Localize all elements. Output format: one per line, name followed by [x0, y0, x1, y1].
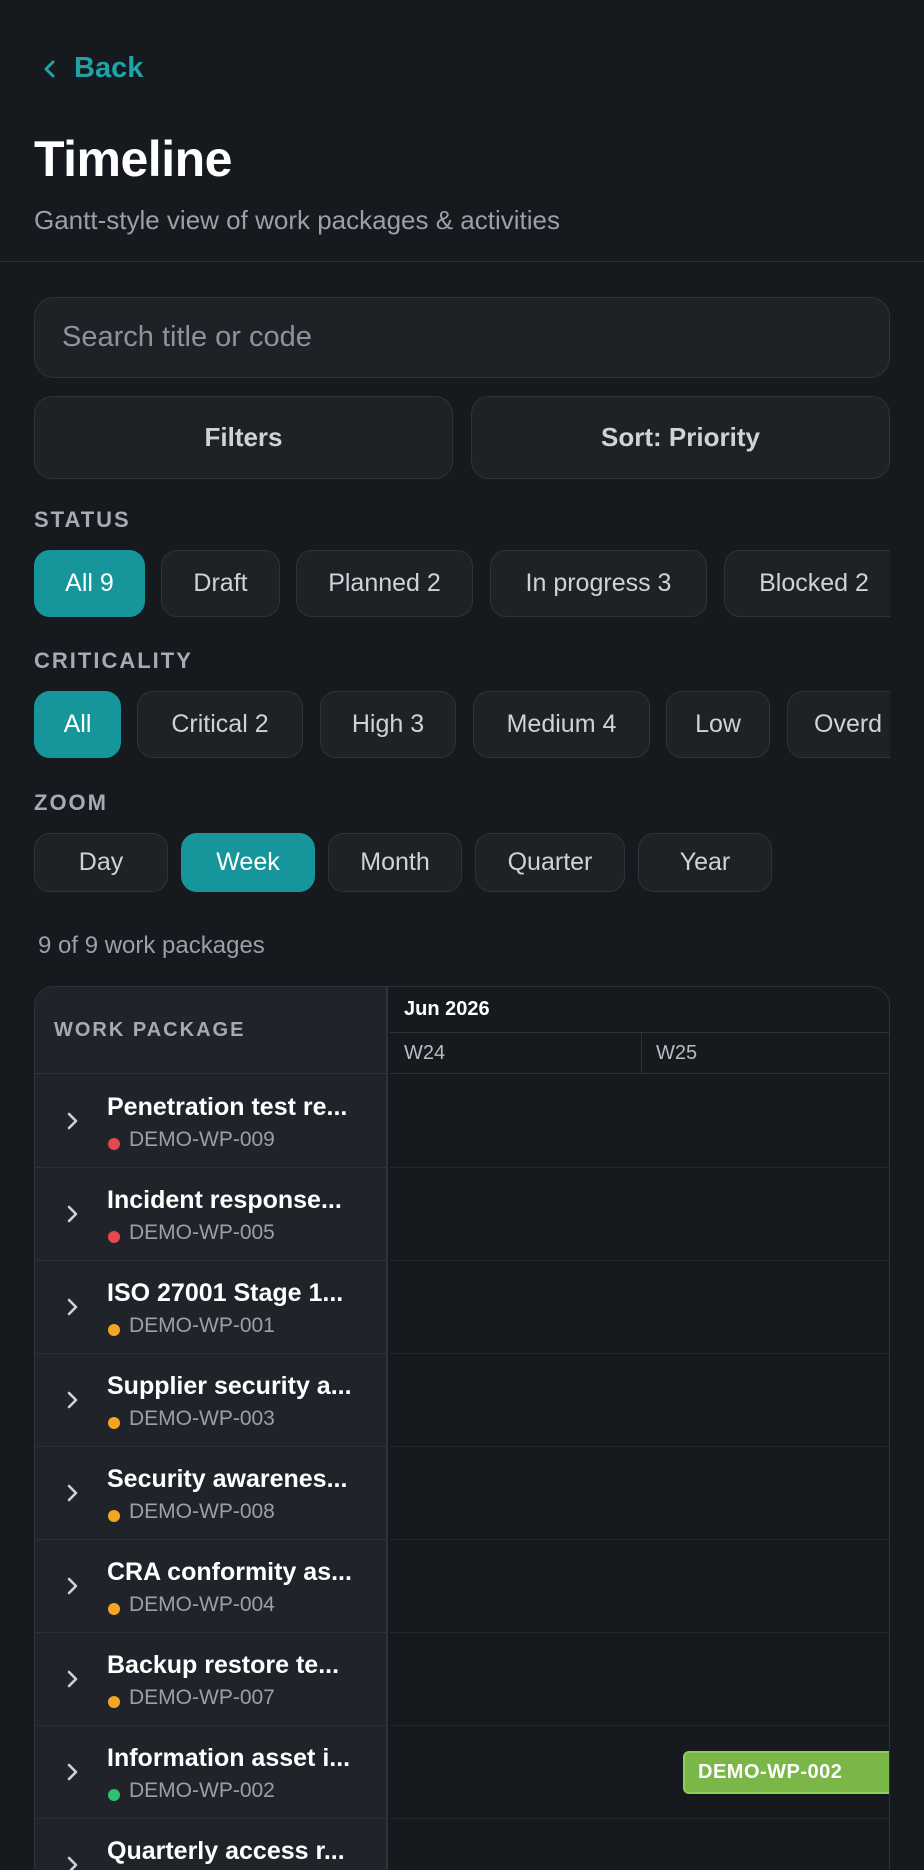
- work-package-code: DEMO-WP-009: [129, 1128, 275, 1151]
- work-package-code: DEMO-WP-007: [129, 1686, 275, 1709]
- criticality-chip-overdue[interactable]: Overd: [787, 691, 890, 758]
- page-header: Back Timeline Gantt-style view of work p…: [0, 0, 924, 262]
- back-button[interactable]: Back: [34, 52, 143, 85]
- status-chip-all[interactable]: All 9: [34, 550, 145, 617]
- work-package-title: CRA conformity as...: [107, 1558, 352, 1586]
- gantt-row-label: Penetration test re... DEMO-WP-009: [35, 1075, 388, 1168]
- status-section-label: STATUS: [34, 507, 131, 532]
- filters-button[interactable]: Filters: [34, 396, 453, 479]
- work-package-code: DEMO-WP-001: [129, 1314, 275, 1337]
- gantt-row[interactable]: Backup restore te... DEMO-WP-007: [35, 1633, 889, 1726]
- gantt-row-track: [390, 1168, 889, 1261]
- back-label: Back: [74, 52, 144, 84]
- zoom-chips: Day Week Month Quarter Year: [34, 833, 890, 893]
- criticality-chip-all[interactable]: All: [34, 691, 121, 758]
- work-package-title: Supplier security a...: [107, 1372, 352, 1400]
- gantt-row-label: Supplier security a... DEMO-WP-003: [35, 1354, 388, 1447]
- work-package-title: ISO 27001 Stage 1...: [107, 1279, 344, 1307]
- chevron-right-icon[interactable]: [63, 1106, 83, 1136]
- gantt-row-track: [390, 1633, 889, 1726]
- gantt-row[interactable]: Quarterly access r...DEMO-WP-006: [35, 1819, 889, 1870]
- search-input[interactable]: [62, 321, 889, 354]
- work-package-title: Security awarenes...: [107, 1465, 348, 1493]
- work-package-title: Information asset i...: [107, 1744, 351, 1772]
- gantt-row-label: Incident response... DEMO-WP-005: [35, 1168, 388, 1261]
- gantt-row-label: Backup restore te... DEMO-WP-007: [35, 1633, 388, 1726]
- zoom-chip-day[interactable]: Day: [34, 833, 168, 892]
- search-box: [34, 297, 890, 378]
- criticality-chip-low[interactable]: Low: [666, 691, 770, 758]
- chevron-right-icon[interactable]: [63, 1757, 83, 1787]
- chevron-right-icon[interactable]: [63, 1478, 83, 1508]
- gantt-week-header: W25: [641, 1033, 889, 1074]
- chevron-right-icon[interactable]: [63, 1385, 83, 1415]
- criticality-chip-critical[interactable]: Critical 2: [137, 691, 303, 758]
- status-chip-in-progress[interactable]: In progress 3: [490, 550, 707, 617]
- chevron-right-icon[interactable]: [63, 1199, 83, 1229]
- page-subtitle: Gantt-style view of work packages & acti…: [34, 205, 560, 235]
- gantt-row-track: [390, 1540, 889, 1633]
- criticality-dot: [108, 1510, 120, 1522]
- criticality-dot: [108, 1231, 120, 1243]
- gantt-row-label: CRA conformity as... DEMO-WP-004: [35, 1540, 388, 1633]
- sort-button[interactable]: Sort: Priority: [471, 396, 890, 479]
- gantt-row-label: ISO 27001 Stage 1... DEMO-WP-001: [35, 1261, 388, 1354]
- gantt-month-header: Jun 2026: [390, 987, 889, 1033]
- gantt-row-track: [390, 1819, 889, 1870]
- zoom-chip-year[interactable]: Year: [638, 833, 772, 892]
- gantt-row[interactable]: Supplier security a... DEMO-WP-003: [35, 1354, 889, 1447]
- gantt-week-header: W24: [390, 1033, 641, 1074]
- zoom-chip-month[interactable]: Month: [328, 833, 462, 892]
- gantt-row-track: [390, 1354, 889, 1447]
- zoom-chip-quarter[interactable]: Quarter: [475, 833, 625, 892]
- work-package-code: DEMO-WP-002: [129, 1779, 275, 1802]
- criticality-chips: All Critical 2 High 3 Medium 4 Low Overd: [34, 691, 890, 759]
- gantt-row-track: [390, 1447, 889, 1540]
- work-package-column-header: WORK PACKAGE: [35, 987, 388, 1074]
- gantt-bar[interactable]: DEMO-WP-002: [683, 1751, 889, 1794]
- criticality-dot: [108, 1789, 120, 1801]
- gantt-row[interactable]: Information asset i... DEMO-WP-002 DEMO-WP…: [35, 1726, 889, 1819]
- criticality-dot: [108, 1138, 120, 1150]
- criticality-section-label: CRITICALITY: [34, 648, 193, 673]
- criticality-dot: [108, 1417, 120, 1429]
- zoom-chip-week[interactable]: Week: [181, 833, 315, 892]
- gantt-row-label: Quarterly access r...DEMO-WP-006: [35, 1819, 388, 1870]
- page-title: Timeline: [34, 131, 232, 187]
- chevron-right-icon[interactable]: [63, 1850, 83, 1870]
- gantt-row-label: Information asset i... DEMO-WP-002: [35, 1726, 388, 1819]
- criticality-chip-high[interactable]: High 3: [320, 691, 456, 758]
- work-package-title: Penetration test re...: [107, 1093, 348, 1121]
- result-count: 9 of 9 work packages: [38, 932, 265, 959]
- zoom-section-label: ZOOM: [34, 790, 108, 815]
- gantt-row[interactable]: ISO 27001 Stage 1... DEMO-WP-001: [35, 1261, 889, 1354]
- status-chip-draft[interactable]: Draft: [161, 550, 280, 617]
- work-package-code: DEMO-WP-008: [129, 1500, 275, 1523]
- work-package-title: Incident response...: [107, 1186, 342, 1214]
- status-chip-blocked[interactable]: Blocked 2: [724, 550, 890, 617]
- status-chip-planned[interactable]: Planned 2: [296, 550, 473, 617]
- gantt-row-track: [390, 1075, 889, 1168]
- chevron-right-icon[interactable]: [63, 1292, 83, 1322]
- chevron-right-icon[interactable]: [63, 1664, 83, 1694]
- work-package-code: DEMO-WP-005: [129, 1221, 275, 1244]
- gantt-row[interactable]: CRA conformity as... DEMO-WP-004: [35, 1540, 889, 1633]
- chevron-left-icon: [44, 60, 55, 77]
- criticality-dot: [108, 1603, 120, 1615]
- status-chips: All 9 Draft Planned 2 In progress 3 Bloc…: [34, 550, 890, 618]
- criticality-dot: [108, 1324, 120, 1336]
- gantt-row[interactable]: Penetration test re... DEMO-WP-009: [35, 1075, 889, 1168]
- work-package-code: DEMO-WP-004: [129, 1593, 275, 1616]
- criticality-chip-medium[interactable]: Medium 4: [473, 691, 650, 758]
- work-package-title: Backup restore te...: [107, 1651, 340, 1679]
- chevron-right-icon[interactable]: [63, 1571, 83, 1601]
- gantt-chart: WORK PACKAGE Jun 2026 W24 W25 Penetratio…: [34, 986, 890, 1870]
- criticality-dot: [108, 1696, 120, 1708]
- gantt-row-label: Security awarenes... DEMO-WP-008: [35, 1447, 388, 1540]
- gantt-row[interactable]: Incident response... DEMO-WP-005: [35, 1168, 889, 1261]
- gantt-row-track: [390, 1261, 889, 1354]
- work-package-code: DEMO-WP-003: [129, 1407, 275, 1430]
- work-package-title: Quarterly access r...: [107, 1837, 345, 1865]
- gantt-row[interactable]: Security awarenes... DEMO-WP-008: [35, 1447, 889, 1540]
